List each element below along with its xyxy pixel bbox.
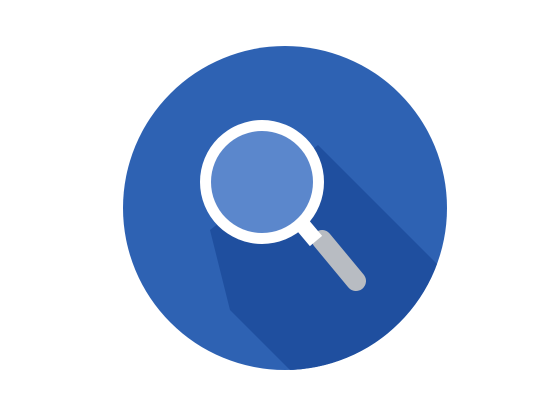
canvas <box>0 0 560 420</box>
search-icon <box>123 46 447 370</box>
magnifier-lens-glass <box>211 131 313 233</box>
